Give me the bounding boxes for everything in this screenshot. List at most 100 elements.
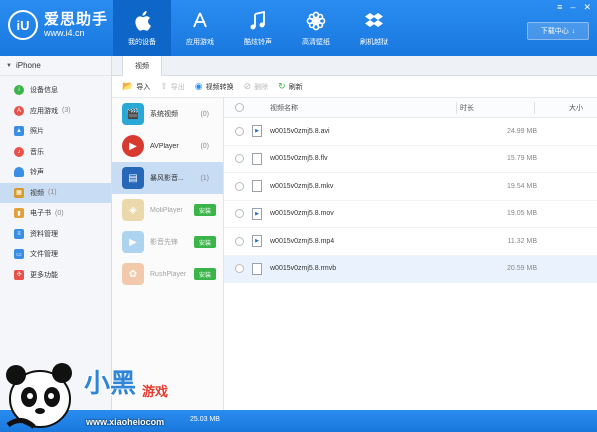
- nav-app-games[interactable]: 应用游戏: [171, 0, 229, 56]
- folder-icon: ▭: [14, 249, 24, 260]
- table-row[interactable]: ▶ w0015v0zmj5.8.mp4 11.32 MB: [224, 228, 597, 256]
- table-row[interactable]: w0015v0zmj5.8.mkv 19.54 MB: [224, 173, 597, 201]
- video-file-table: 视频名称 时长 大小 ▶ w0015v0zmj5.8.avi 24.99 MB …: [224, 98, 597, 410]
- bell-icon: [14, 167, 24, 178]
- minimize-icon[interactable]: –: [570, 2, 575, 13]
- app-name: 爱思助手: [44, 11, 109, 28]
- row-checkbox[interactable]: [234, 126, 244, 136]
- main-nav: 我的设备 应用游戏 酷炫铃声 高清壁纸 刷机越狱: [113, 0, 403, 56]
- table-row[interactable]: ▶ w0015v0zmj5.8.avi 24.99 MB: [224, 118, 597, 146]
- delete-icon: ⊘: [243, 81, 252, 91]
- music-note-icon: [247, 10, 269, 32]
- close-icon[interactable]: ✕: [583, 2, 591, 13]
- video-file-icon: ▶: [252, 207, 262, 220]
- sidebar-item-data-management[interactable]: ≡ 资料管理: [0, 224, 111, 245]
- export-icon: ⇪: [160, 81, 168, 91]
- row-checkbox[interactable]: [234, 264, 244, 274]
- sidebar-item-ebooks[interactable]: ▮ 电子书 (0): [0, 203, 111, 224]
- photo-icon: ▲: [14, 126, 24, 137]
- delete-button[interactable]: ⊘ 删除: [244, 81, 269, 92]
- row-checkbox[interactable]: [234, 181, 244, 191]
- window-controls: ≡ – ✕: [557, 2, 591, 13]
- flower-icon: [305, 10, 327, 32]
- play-icon: ▶: [122, 231, 144, 253]
- install-button[interactable]: 安装: [194, 204, 216, 216]
- rushplayer-icon: ✿: [122, 263, 144, 285]
- top-bar: iU 爱思助手 www.i4.cn 我的设备 应用游戏 酷炫铃声 高清壁纸 刷机…: [0, 0, 597, 56]
- sidebar-item-video[interactable]: ▦ 视频 (1): [0, 182, 111, 203]
- export-button[interactable]: ⇪ 导出: [160, 81, 185, 92]
- column-header-name[interactable]: 视频名称: [270, 103, 298, 113]
- row-checkbox[interactable]: [234, 209, 244, 219]
- install-button[interactable]: 安装: [194, 236, 216, 248]
- book-icon: ▮: [14, 208, 24, 219]
- video-file-icon: ▶: [252, 125, 262, 138]
- nav-my-device[interactable]: 我的设备: [113, 0, 171, 56]
- nav-flash-jailbreak[interactable]: 刷机越狱: [345, 0, 403, 56]
- nav-wallpapers[interactable]: 高清壁纸: [287, 0, 345, 56]
- apps-icon: A: [14, 105, 24, 116]
- convert-video-button[interactable]: ◉ 视频转换: [195, 81, 234, 92]
- tab-bar: 视频: [112, 56, 597, 76]
- refresh-icon: ↻: [278, 81, 286, 91]
- app-row-moliplayer[interactable]: ◈ MoliPlayer 安装: [112, 194, 223, 226]
- info-icon: i: [14, 85, 24, 96]
- moliplayer-icon: ◈: [122, 199, 144, 221]
- app-row-system-video[interactable]: 🎬 系统视频 (0): [112, 98, 223, 130]
- music-icon: ♪: [14, 146, 24, 157]
- watermark-subtitle: 游戏: [142, 384, 169, 399]
- refresh-button[interactable]: ↻ 刷新: [278, 81, 303, 92]
- convert-icon: ◉: [194, 81, 203, 91]
- panda-mascot-icon: [6, 363, 72, 429]
- watermark-title: 小黑: [84, 368, 137, 398]
- row-checkbox[interactable]: [234, 154, 244, 164]
- sidebar-item-file-management[interactable]: ▭ 文件管理: [0, 244, 111, 265]
- import-button[interactable]: 📂 导入: [122, 81, 150, 92]
- app-row-yingyinxianfeng[interactable]: ▶ 影音先锋 安装: [112, 226, 223, 258]
- app-row-baofeng[interactable]: ▤ 暴风影音... (1): [112, 162, 223, 194]
- table-row[interactable]: ▶ w0015v0zmj5.8.mov 19.05 MB: [224, 201, 597, 228]
- sidebar-item-music[interactable]: ♪ 音乐: [0, 142, 111, 163]
- install-button[interactable]: 安装: [194, 268, 216, 280]
- download-center-button[interactable]: 下载中心 ↓: [527, 22, 589, 40]
- app-url: www.i4.cn: [44, 28, 85, 38]
- film-icon: ▤: [122, 167, 144, 189]
- import-icon: 📂: [122, 81, 134, 91]
- clapperboard-icon: 🎬: [122, 103, 144, 125]
- row-checkbox[interactable]: [234, 236, 244, 246]
- app-row-rushplayer[interactable]: ✿ RushPlayer 安装: [112, 258, 223, 290]
- sidebar-item-device-info[interactable]: i 设备信息: [0, 80, 111, 101]
- video-icon: ▦: [14, 187, 24, 198]
- watermark-url: www.xiaoheiocom: [86, 417, 165, 427]
- app-logo: iU 爱思助手 www.i4.cn: [8, 10, 108, 40]
- device-header[interactable]: ▼ iPhone: [0, 56, 111, 76]
- caret-down-icon: ▼: [6, 62, 12, 69]
- file-icon: [252, 262, 262, 275]
- sidebar-item-photos[interactable]: ▲ 照片: [0, 121, 111, 142]
- nav-ringtones[interactable]: 酷炫铃声: [229, 0, 287, 56]
- column-header-duration[interactable]: 时长: [460, 103, 474, 113]
- site-watermark: 小黑 游戏 www.xiaoheiocom: [0, 355, 200, 432]
- app-row-avplayer[interactable]: ▶ AVPlayer (0): [112, 130, 223, 162]
- menu-icon[interactable]: ≡: [557, 2, 562, 13]
- sidebar-item-ringtones[interactable]: 铃声: [0, 162, 111, 183]
- select-all-checkbox[interactable]: [234, 103, 244, 112]
- file-icon: [252, 180, 262, 193]
- table-header: 视频名称 时长 大小: [224, 98, 597, 118]
- apple-icon: [131, 10, 153, 32]
- tab-video[interactable]: 视频: [122, 56, 162, 76]
- sidebar-item-apps[interactable]: A 应用游戏 (3): [0, 101, 111, 122]
- app-store-icon: [189, 10, 211, 32]
- download-arrow-icon: ↓: [571, 27, 576, 35]
- video-file-icon: ▶: [252, 235, 262, 248]
- file-icon: [252, 152, 262, 165]
- contacts-icon: ≡: [14, 228, 24, 239]
- table-row[interactable]: w0015v0zmj5.8.flv 15.79 MB: [224, 146, 597, 173]
- dropbox-icon: [363, 10, 385, 32]
- more-icon: ✣: [14, 269, 24, 280]
- sidebar-item-more[interactable]: ✣ 更多功能: [0, 265, 111, 286]
- logo-mark-icon: iU: [8, 10, 38, 40]
- column-header-size[interactable]: 大小: [569, 103, 583, 113]
- avplayer-icon: ▶: [122, 135, 144, 157]
- table-row[interactable]: w0015v0zmj5.8.rmvb 20.59 MB: [224, 255, 597, 283]
